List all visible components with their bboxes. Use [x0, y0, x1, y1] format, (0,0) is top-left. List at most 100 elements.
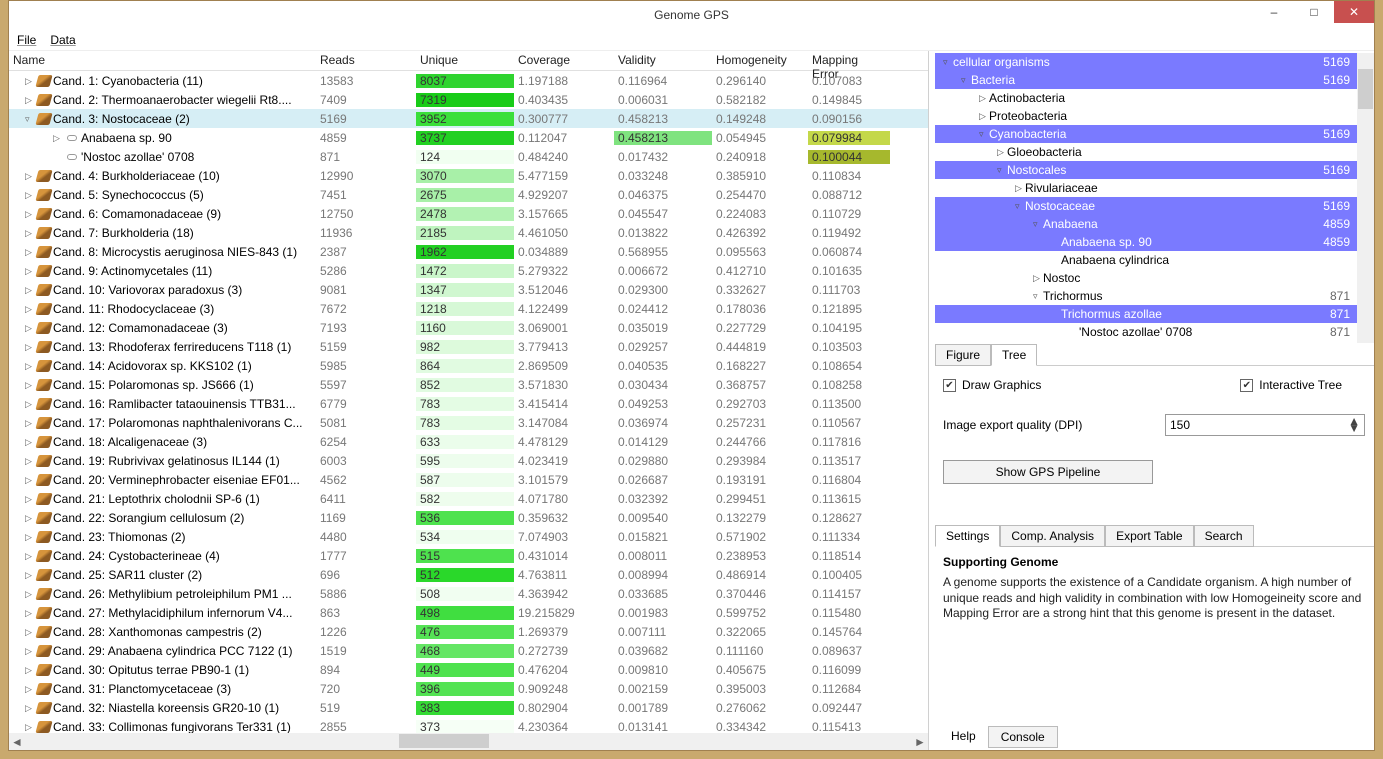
table-row[interactable]: ▷Cand. 9: Actinomycetales (11)528614725.… — [9, 261, 928, 280]
close-button[interactable]: ✕ — [1334, 1, 1374, 23]
table-row[interactable]: ▷Cand. 25: SAR11 cluster (2)6965124.7638… — [9, 565, 928, 584]
hscrollbar[interactable]: ◄ ► — [9, 733, 928, 750]
expander-icon[interactable]: ▷ — [25, 665, 35, 675]
tree-row[interactable]: ▷ Rivulariaceae — [935, 179, 1374, 197]
table-row[interactable]: ▷Cand. 33: Collimonas fungivorans Ter331… — [9, 717, 928, 733]
expander-icon[interactable]: ▷ — [25, 646, 35, 656]
expander-icon[interactable]: ▷ — [25, 722, 35, 732]
table-row[interactable]: ▷Cand. 30: Opitutus terrae PB90-1 (1)894… — [9, 660, 928, 679]
maximize-button[interactable]: □ — [1294, 1, 1334, 23]
tree-expander-icon[interactable]: ▷ — [979, 93, 989, 104]
expander-icon[interactable]: ▷ — [25, 209, 35, 219]
spinner-down-icon[interactable]: ▼ — [1348, 425, 1360, 432]
expander-icon[interactable] — [53, 152, 63, 162]
expander-icon[interactable]: ▷ — [25, 247, 35, 257]
candidate-table[interactable]: ▷Cand. 1: Cyanobacteria (11)1358380371.1… — [9, 71, 928, 733]
tree-expander-icon[interactable]: ▿ — [1015, 201, 1025, 212]
dpi-spinner[interactable]: 150 ▲▼ — [1165, 414, 1365, 436]
expander-icon[interactable]: ▷ — [25, 342, 35, 352]
table-row[interactable]: ▷Cand. 19: Rubrivivax gelatinosus IL144 … — [9, 451, 928, 470]
tab-figure[interactable]: Figure — [935, 344, 991, 366]
checkbox-draw-graphics[interactable]: ✔ Draw Graphics — [943, 378, 1041, 392]
expander-icon[interactable]: ▷ — [25, 171, 35, 181]
tab-export-table[interactable]: Export Table — [1105, 525, 1194, 547]
tree-row[interactable]: ▷ Gloeobacteria — [935, 143, 1374, 161]
table-row[interactable]: ▷Cand. 16: Ramlibacter tataouinensis TTB… — [9, 394, 928, 413]
tree-expander-icon[interactable]: ▿ — [979, 129, 989, 140]
tree-row[interactable]: ▿ cellular organisms5169 — [935, 53, 1374, 71]
table-row[interactable]: ▷Cand. 4: Burkholderiaceae (10)129903070… — [9, 166, 928, 185]
table-row[interactable]: ▷Cand. 11: Rhodocyclaceae (3)767212184.1… — [9, 299, 928, 318]
expander-icon[interactable]: ▷ — [25, 551, 35, 561]
header-name[interactable]: Name — [9, 51, 316, 70]
show-pipeline-button[interactable]: Show GPS Pipeline — [943, 460, 1153, 484]
table-row[interactable]: ▷Cand. 21: Leptothrix cholodnii SP-6 (1)… — [9, 489, 928, 508]
tab-help[interactable]: Help — [939, 726, 988, 748]
expander-icon[interactable]: ▷ — [25, 475, 35, 485]
tree-expander-icon[interactable]: ▿ — [1033, 219, 1043, 230]
expander-icon[interactable]: ▷ — [25, 190, 35, 200]
table-row[interactable]: ▷Cand. 23: Thiomonas (2)44805347.0749030… — [9, 527, 928, 546]
tree-row[interactable]: ▷ Actinobacteria — [935, 89, 1374, 107]
expander-icon[interactable]: ▷ — [25, 627, 35, 637]
tree-expander-icon[interactable]: ▿ — [1033, 291, 1043, 302]
tree-row[interactable]: ▷ Proteobacteria — [935, 107, 1374, 125]
table-row[interactable]: ▷Cand. 14: Acidovorax sp. KKS102 (1)5985… — [9, 356, 928, 375]
tree-row[interactable]: ▿ Nostocales5169 — [935, 161, 1374, 179]
table-row[interactable]: ▷Cand. 5: Synechococcus (5)745126754.929… — [9, 185, 928, 204]
expander-icon[interactable]: ▷ — [25, 380, 35, 390]
header-mapping-error[interactable]: Mapping Error — [808, 51, 890, 70]
table-row[interactable]: ▷Cand. 15: Polaromonas sp. JS666 (1)5597… — [9, 375, 928, 394]
tree-vscroll-thumb[interactable] — [1358, 69, 1373, 109]
header-coverage[interactable]: Coverage — [514, 51, 614, 70]
table-row[interactable]: ▷Cand. 7: Burkholderia (18)1193621854.46… — [9, 223, 928, 242]
table-row[interactable]: ▷Cand. 31: Planctomycetaceae (3)7203960.… — [9, 679, 928, 698]
expander-icon[interactable]: ▷ — [25, 513, 35, 523]
tree-expander-icon[interactable]: ▷ — [997, 147, 1007, 158]
tree-expander-icon[interactable]: ▷ — [979, 111, 989, 122]
tree-vscrollbar[interactable] — [1357, 53, 1374, 343]
expander-icon[interactable]: ▿ — [25, 114, 35, 124]
expander-icon[interactable]: ▷ — [25, 285, 35, 295]
table-row[interactable]: ▷Cand. 12: Comamonadaceae (3)719311603.0… — [9, 318, 928, 337]
expander-icon[interactable]: ▷ — [25, 589, 35, 599]
header-homogeneity[interactable]: Homogeneity — [712, 51, 808, 70]
header-validity[interactable]: Validity — [614, 51, 712, 70]
scroll-left-icon[interactable]: ◄ — [9, 734, 25, 750]
table-row[interactable]: ▷Cand. 29: Anabaena cylindrica PCC 7122 … — [9, 641, 928, 660]
expander-icon[interactable]: ▷ — [25, 570, 35, 580]
expander-icon[interactable]: ▷ — [25, 304, 35, 314]
header-reads[interactable]: Reads — [316, 51, 416, 70]
tree-row[interactable]: ▿ Trichormus871 — [935, 287, 1374, 305]
tree-row[interactable]: Trichormus azollae871 — [935, 305, 1374, 323]
tree-row[interactable]: ▿ Anabaena4859 — [935, 215, 1374, 233]
tab-tree[interactable]: Tree — [991, 344, 1037, 366]
expander-icon[interactable]: ▷ — [25, 323, 35, 333]
tab-comp-analysis[interactable]: Comp. Analysis — [1000, 525, 1105, 547]
tab-console[interactable]: Console — [988, 726, 1058, 748]
expander-icon[interactable]: ▷ — [25, 532, 35, 542]
tree-row[interactable]: Anabaena cylindrica — [935, 251, 1374, 269]
table-row[interactable]: ▷Cand. 18: Alcaligenaceae (3)62546334.47… — [9, 432, 928, 451]
tree-expander-icon[interactable]: ▿ — [943, 57, 953, 68]
expander-icon[interactable]: ▷ — [25, 361, 35, 371]
tree-row[interactable]: 'Nostoc azollae' 0708871 — [935, 323, 1374, 341]
table-row[interactable]: ▷Cand. 24: Cystobacterineae (4)17775150.… — [9, 546, 928, 565]
expander-icon[interactable]: ▷ — [25, 684, 35, 694]
menu-data[interactable]: Data — [50, 33, 75, 47]
expander-icon[interactable]: ▷ — [25, 437, 35, 447]
tree-expander-icon[interactable]: ▿ — [997, 165, 1007, 176]
hscroll-thumb[interactable] — [399, 734, 489, 748]
expander-icon[interactable]: ▷ — [25, 608, 35, 618]
table-row[interactable]: 'Nostoc azollae' 07088711240.4842400.017… — [9, 147, 928, 166]
expander-icon[interactable]: ▷ — [25, 456, 35, 466]
expander-icon[interactable]: ▷ — [25, 95, 35, 105]
expander-icon[interactable]: ▷ — [25, 76, 35, 86]
table-row[interactable]: ▿Cand. 3: Nostocaceae (2)516939520.30077… — [9, 109, 928, 128]
table-row[interactable]: ▷Cand. 27: Methylacidiphilum infernorum … — [9, 603, 928, 622]
tab-search[interactable]: Search — [1194, 525, 1254, 547]
table-row[interactable]: ▷Cand. 20: Verminephrobacter eiseniae EF… — [9, 470, 928, 489]
expander-icon[interactable]: ▷ — [25, 266, 35, 276]
tree-expander-icon[interactable]: ▷ — [1015, 183, 1025, 194]
table-row[interactable]: ▷Cand. 22: Sorangium cellulosum (2)11695… — [9, 508, 928, 527]
